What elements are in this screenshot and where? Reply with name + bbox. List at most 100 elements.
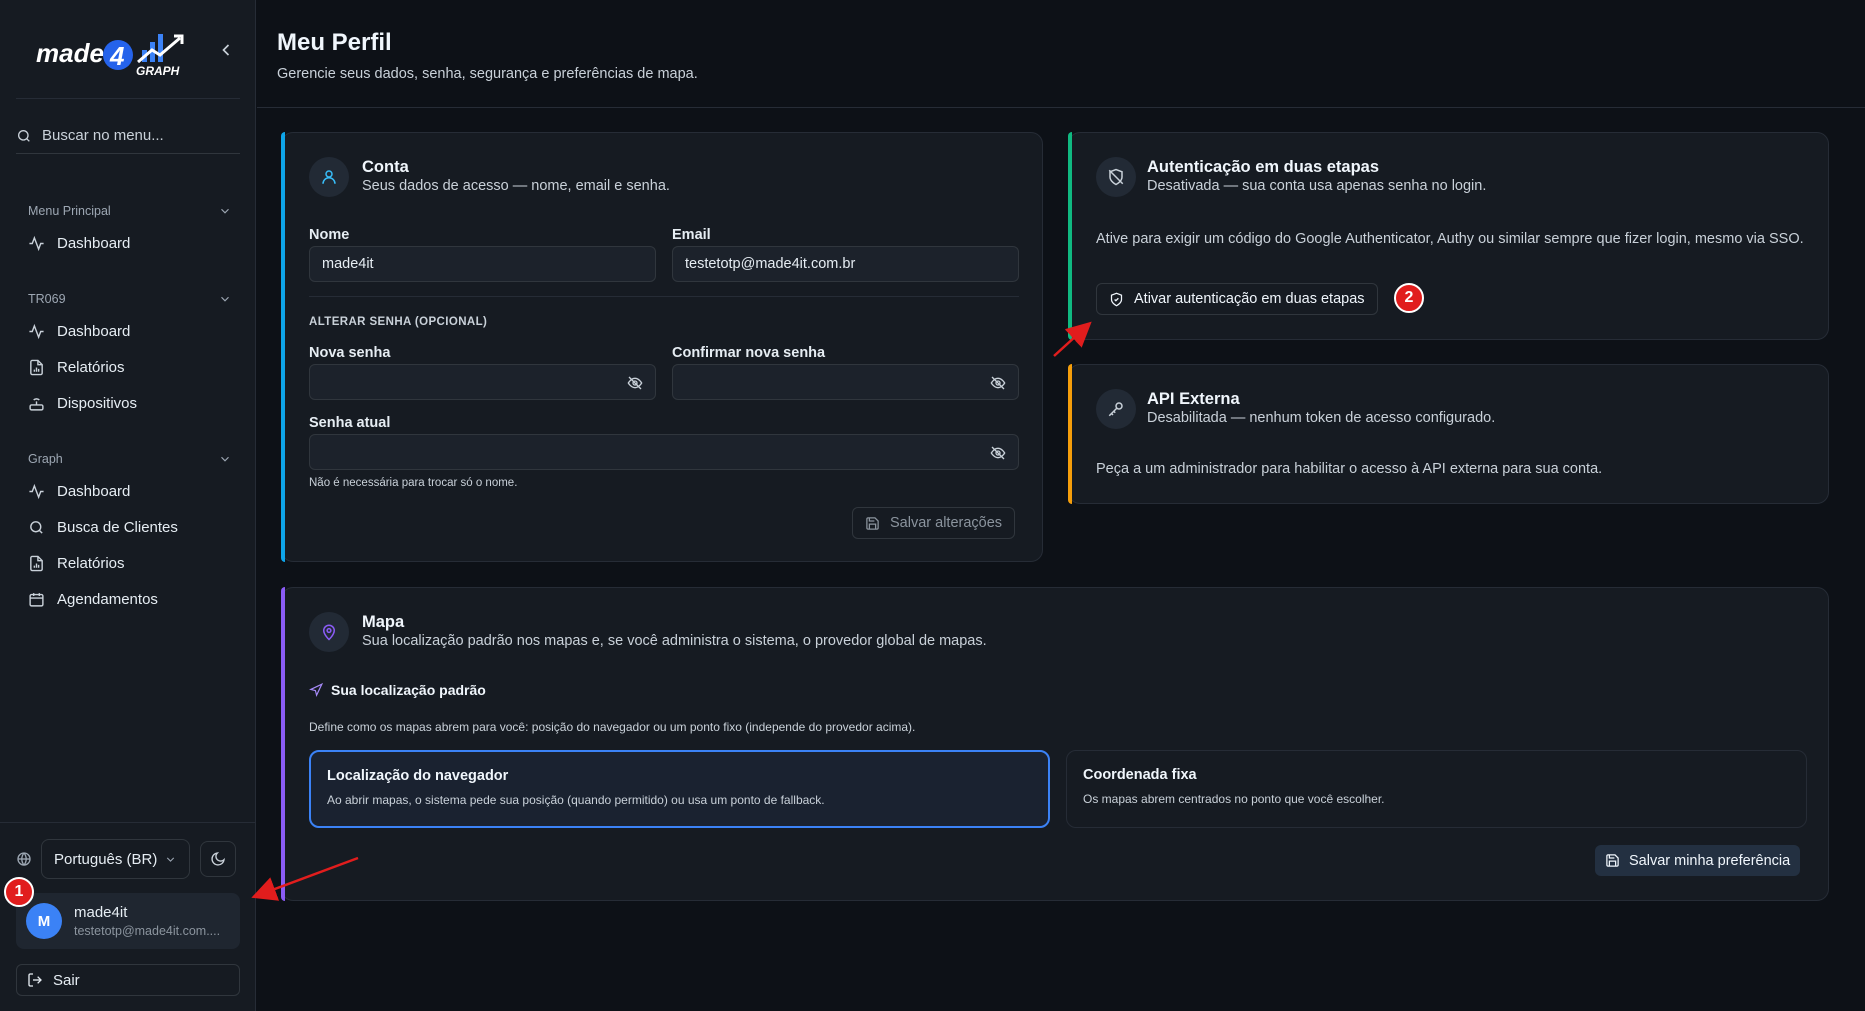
chevron-down-icon: [166, 856, 175, 862]
sidebar-item-label: Relatórios: [57, 554, 125, 572]
page-subtitle: Gerencie seus dados, senha, segurança e …: [277, 66, 698, 82]
new-password-input[interactable]: [322, 374, 643, 390]
sidebar-item-relatorios-tr069[interactable]: Relatórios: [28, 352, 238, 382]
search-icon: [30, 520, 43, 534]
svg-text:4: 4: [109, 41, 125, 71]
card-accent-bar: [1068, 132, 1072, 340]
confirm-password-input[interactable]: [685, 374, 1006, 390]
twofa-card-subtitle: Desativada — sua conta usa apenas senha …: [1147, 178, 1487, 194]
sidebar-item-agendamentos[interactable]: Agendamentos: [28, 584, 238, 614]
page-header: Meu Perfil Gerencie seus dados, senha, s…: [257, 0, 1865, 108]
new-password-field[interactable]: [309, 364, 656, 400]
sidebar-item-dispositivos[interactable]: Dispositivos: [28, 388, 238, 418]
enable-2fa-button[interactable]: Ativar autenticação em duas etapas: [1096, 283, 1378, 315]
sidebar-item-dashboard-tr069[interactable]: Dashboard: [28, 316, 238, 346]
sidebar-group-graph[interactable]: Graph: [28, 452, 232, 466]
option-title: Coordenada fixa: [1083, 767, 1197, 783]
moon-icon: [211, 852, 225, 866]
activity-icon: [29, 483, 44, 499]
map-card: Mapa Sua localização padrão nos mapas e,…: [281, 587, 1829, 901]
sidebar: made 4 GRAPH Menu Principal Dashboard TR…: [0, 0, 256, 1011]
current-password-label: Senha atual: [309, 415, 391, 431]
shield-off-icon: [1108, 168, 1124, 186]
page-title: Meu Perfil: [277, 29, 392, 56]
option-browser-location[interactable]: Localização do navegador Ao abrir mapas,…: [309, 750, 1050, 828]
sidebar-item-label: Busca de Clientes: [57, 518, 178, 536]
option-description: Ao abrir mapas, o sistema pede sua posiç…: [327, 793, 825, 807]
map-pin-icon-badge: [309, 612, 349, 652]
logout-button[interactable]: Sair: [16, 964, 240, 996]
save-account-button[interactable]: Salvar alterações: [852, 507, 1016, 539]
email-input[interactable]: [685, 256, 1006, 272]
name-input[interactable]: [322, 256, 643, 272]
sidebar-group-menu-principal[interactable]: Menu Principal: [28, 204, 232, 218]
save-icon: [1606, 854, 1619, 867]
svg-text:made: made: [36, 38, 104, 68]
router-icon: [29, 397, 44, 411]
file-chart-icon: [30, 555, 43, 571]
confirm-password-field[interactable]: [672, 364, 1019, 400]
sidebar-item-label: Dashboard: [57, 234, 131, 252]
avatar: M: [26, 903, 62, 939]
eye-off-icon[interactable]: [990, 445, 1006, 461]
sidebar-search[interactable]: [16, 118, 240, 154]
activity-icon: [29, 323, 44, 339]
sidebar-item-dashboard-principal[interactable]: Dashboard: [28, 228, 238, 258]
account-card: Conta Seus dados de acesso — nome, email…: [281, 132, 1043, 562]
confirm-password-label: Confirmar nova senha: [672, 345, 826, 361]
logout-label: Sair: [53, 971, 80, 989]
name-field[interactable]: [309, 246, 656, 282]
annotation-marker-2: 2: [1394, 283, 1424, 313]
chevron-down-icon: [221, 456, 229, 462]
default-location-title: Sua localização padrão: [331, 682, 486, 698]
sidebar-item-dashboard-graph[interactable]: Dashboard: [28, 476, 238, 506]
made4graph-logo[interactable]: made 4 GRAPH: [34, 22, 194, 78]
card-accent-bar: [281, 132, 285, 562]
eye-off-icon[interactable]: [627, 375, 643, 391]
user-profile-card[interactable]: M made4it testetotp@made4it.com....: [16, 893, 240, 949]
language-select[interactable]: Português (BR): [41, 839, 190, 879]
sidebar-item-label: Agendamentos: [57, 590, 158, 608]
key-icon: [1108, 402, 1123, 417]
option-fixed-coordinate[interactable]: Coordenada fixa Os mapas abrem centrados…: [1066, 750, 1807, 828]
current-password-input[interactable]: [322, 444, 1006, 460]
user-icon-badge: [309, 157, 349, 197]
globe-icon: [17, 852, 31, 867]
sidebar-item-label: Dashboard: [57, 482, 131, 500]
sidebar-group-label: Menu Principal: [28, 204, 111, 218]
sidebar-item-label: Relatórios: [57, 358, 125, 376]
annotation-marker-1: 1: [4, 877, 34, 907]
file-chart-icon: [30, 359, 43, 375]
theme-toggle-button[interactable]: [200, 841, 236, 877]
chevron-down-icon: [221, 296, 229, 302]
twofa-card: Autenticação em duas etapas Desativada —…: [1068, 132, 1829, 340]
svg-text:GRAPH: GRAPH: [136, 64, 180, 78]
collapse-sidebar-icon[interactable]: [216, 40, 236, 60]
account-card-title: Conta: [362, 158, 409, 176]
user-email: testetotp@made4it.com....: [74, 924, 221, 938]
section-divider: [309, 296, 1019, 297]
card-accent-bar: [281, 587, 285, 901]
sidebar-item-busca-clientes[interactable]: Busca de Clientes: [28, 512, 238, 542]
user-name: made4it: [74, 904, 128, 921]
shield-check-icon: [1110, 292, 1123, 306]
current-password-hint: Não é necessária para trocar só o nome.: [309, 477, 518, 489]
calendar-icon: [29, 592, 44, 607]
user-info: made4it testetotp@made4it.com....: [74, 904, 229, 938]
sidebar-item-label: Dashboard: [57, 322, 131, 340]
save-map-preference-button[interactable]: Salvar minha preferência: [1595, 845, 1801, 876]
email-field[interactable]: [672, 246, 1019, 282]
api-card-title: API Externa: [1147, 390, 1240, 408]
eye-off-icon[interactable]: [990, 375, 1006, 391]
save-map-preference-label: Salvar minha preferência: [1629, 852, 1791, 869]
current-password-field[interactable]: [309, 434, 1019, 470]
sidebar-group-tr069[interactable]: TR069: [28, 292, 232, 306]
user-icon: [322, 170, 336, 184]
sidebar-group-label: TR069: [28, 292, 66, 306]
save-icon: [866, 516, 879, 530]
sidebar-search-input[interactable]: [42, 127, 222, 144]
api-description: Peça a um administrador para habilitar o…: [1096, 461, 1603, 477]
card-accent-bar: [1068, 364, 1072, 504]
sidebar-divider: [16, 98, 240, 99]
sidebar-item-relatorios-graph[interactable]: Relatórios: [28, 548, 238, 578]
